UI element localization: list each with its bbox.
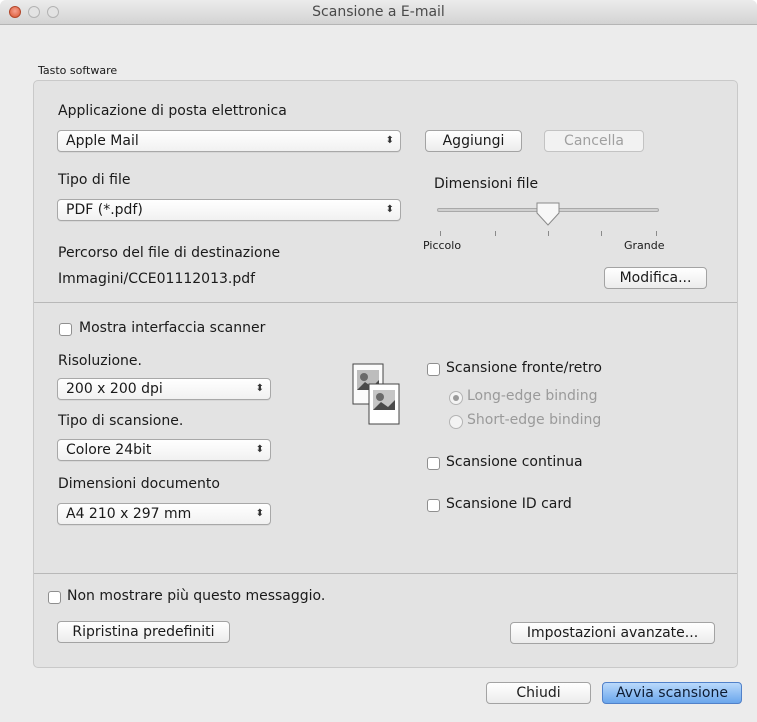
up-down-arrows-icon: ⬍ [255,444,264,455]
group-label: Tasto software [38,64,118,77]
long-edge-radio[interactable] [449,391,463,405]
id-card-scan-checkbox[interactable] [427,499,440,512]
file-size-label: Dimensioni file [434,176,539,192]
email-app-select[interactable]: Apple Mail ⬍ [57,130,401,152]
dont-show-again-label: Non mostrare più questo messaggio. [67,588,326,604]
slider-min-label: Piccolo [423,239,462,252]
scan-type-select[interactable]: Colore 24bit ⬍ [57,439,271,461]
add-button[interactable]: Aggiungi [425,130,522,152]
separator [34,302,737,303]
advanced-settings-button[interactable]: Impostazioni avanzate... [510,622,715,644]
show-scanner-interface-checkbox[interactable] [59,323,72,336]
long-edge-label: Long-edge binding [467,388,598,404]
duplex-scan-checkbox[interactable] [427,363,440,376]
file-size-slider-thumb[interactable] [535,201,561,227]
scan-type-label: Tipo di scansione. [58,413,184,429]
id-card-scan-label: Scansione ID card [446,496,572,512]
resolution-select[interactable]: 200 x 200 dpi ⬍ [57,378,271,400]
title-bar: Scansione a E-mail [0,0,757,25]
separator [34,573,737,574]
continuous-scan-label: Scansione continua [446,454,583,470]
file-type-label: Tipo di file [58,172,131,188]
continuous-scan-checkbox[interactable] [427,457,440,470]
duplex-document-icon [352,363,400,425]
slider-tick [656,231,657,236]
document-size-value: A4 210 x 297 mm [66,506,192,522]
document-size-select[interactable]: A4 210 x 297 mm ⬍ [57,503,271,525]
slider-tick [495,231,496,236]
close-button[interactable]: Chiudi [486,682,591,704]
modify-button[interactable]: Modifica... [604,267,707,289]
up-down-arrows-icon: ⬍ [255,383,264,394]
dont-show-again-checkbox[interactable] [48,591,61,604]
file-type-value: PDF (*.pdf) [66,202,143,218]
slider-tick [601,231,602,236]
short-edge-label: Short-edge binding [467,412,602,428]
slider-tick [440,231,441,236]
destination-label: Percorso del file di destinazione [58,245,281,261]
email-app-value: Apple Mail [66,133,139,149]
restore-defaults-button[interactable]: Ripristina predefiniti [57,621,230,643]
delete-button[interactable]: Cancella [544,130,644,152]
document-size-label: Dimensioni documento [58,476,220,492]
email-app-label: Applicazione di posta elettronica [58,103,287,119]
resolution-label: Risoluzione. [58,353,142,369]
scan-type-value: Colore 24bit [66,442,152,458]
slider-max-label: Grande [624,239,665,252]
slider-tick [548,231,549,236]
up-down-arrows-icon: ⬍ [255,508,264,519]
start-scan-button[interactable]: Avvia scansione [602,682,742,704]
scan-to-email-window: Scansione a E-mail Tasto software Applic… [0,0,757,722]
show-scanner-interface-label: Mostra interfaccia scanner [79,320,266,336]
up-down-arrows-icon: ⬍ [385,135,394,146]
file-type-select[interactable]: PDF (*.pdf) ⬍ [57,199,401,221]
duplex-scan-label: Scansione fronte/retro [446,360,602,376]
resolution-value: 200 x 200 dpi [66,381,163,397]
window-title: Scansione a E-mail [312,4,445,20]
destination-path: Immagini/CCE01112013.pdf [58,271,256,287]
up-down-arrows-icon: ⬍ [385,204,394,215]
short-edge-radio[interactable] [449,415,463,429]
